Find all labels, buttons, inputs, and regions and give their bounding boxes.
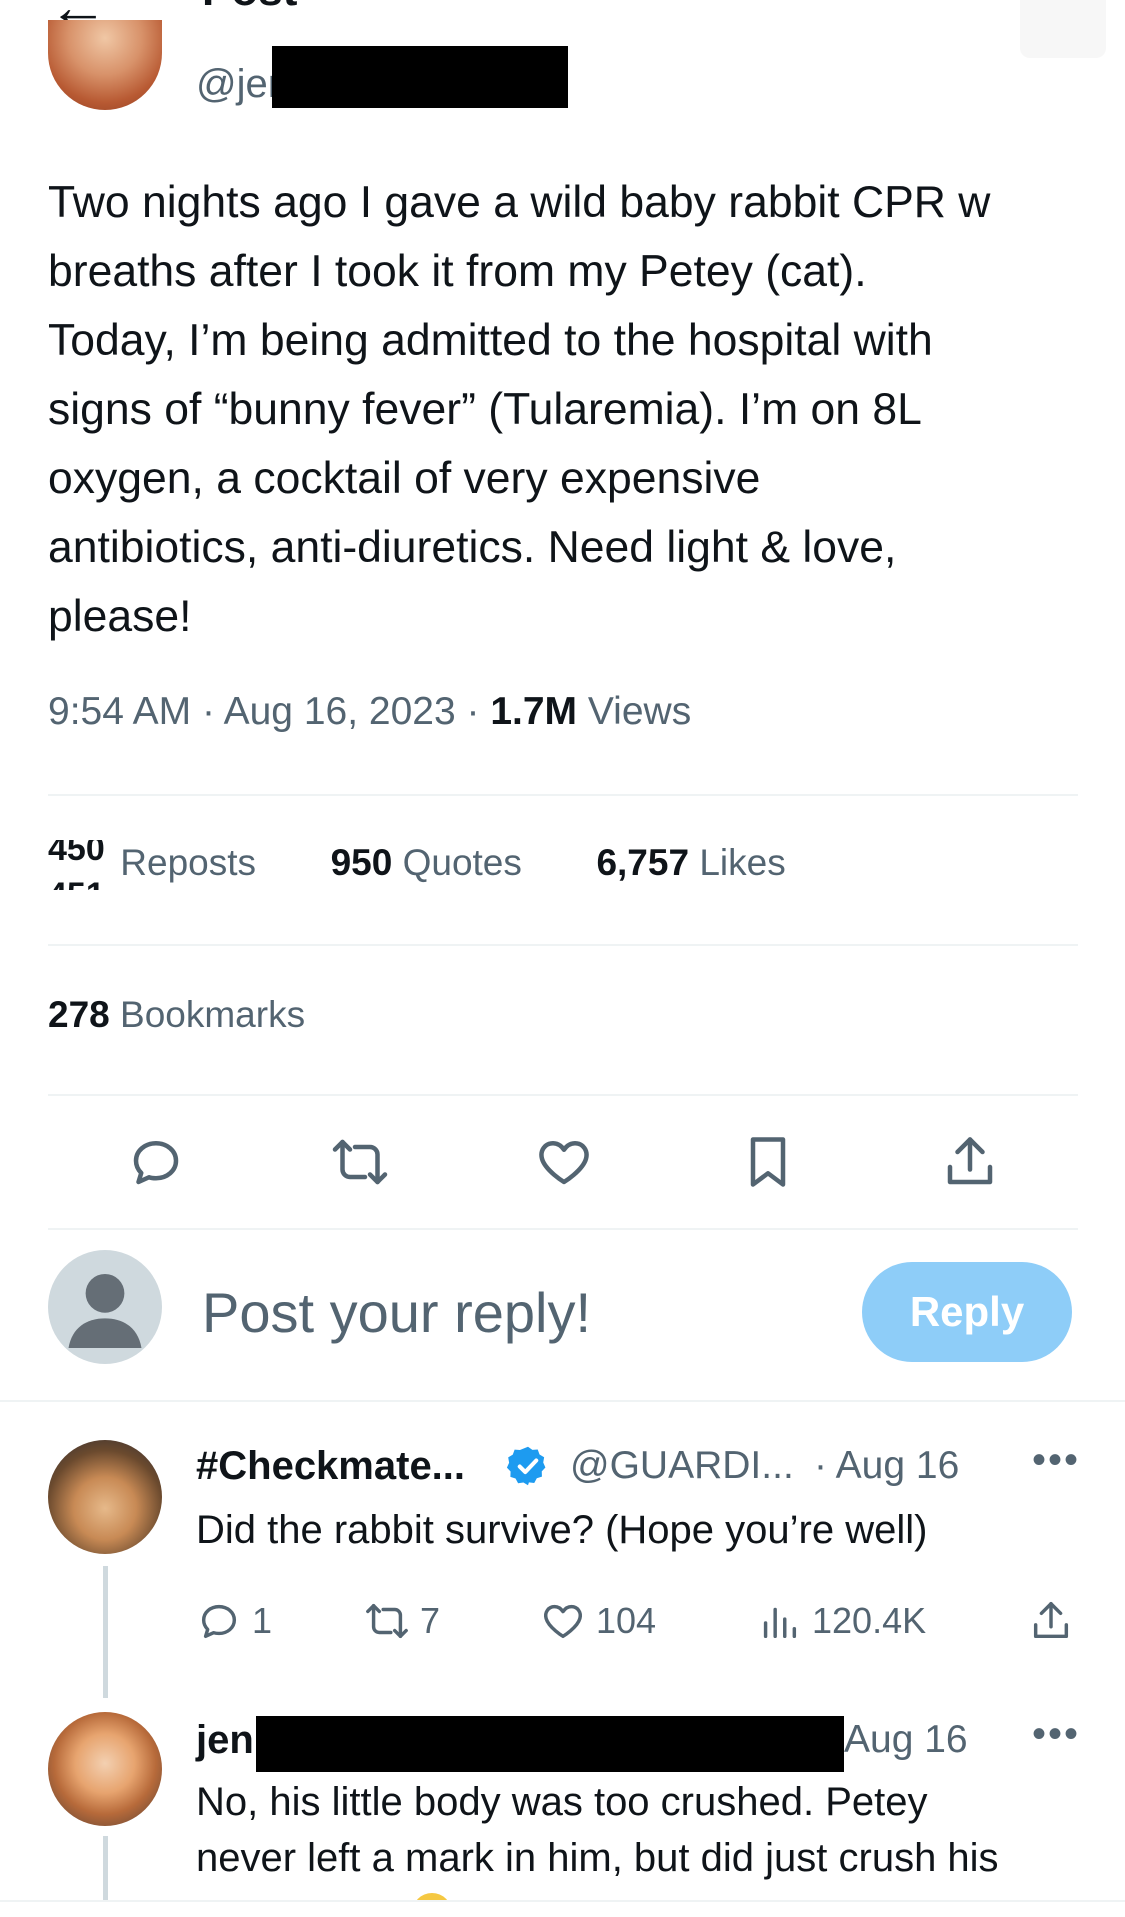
like-count[interactable]: 104 bbox=[540, 1598, 656, 1644]
reposts-count-top: 450 bbox=[48, 840, 105, 868]
reply-icon[interactable] bbox=[126, 1132, 186, 1192]
reply-count[interactable]: 1 bbox=[196, 1598, 272, 1644]
divider bbox=[48, 1228, 1078, 1230]
reposts-label[interactable]: Reposts bbox=[120, 842, 256, 883]
like-icon bbox=[544, 1604, 582, 1639]
divider bbox=[48, 1094, 1078, 1096]
bookmarks-stat[interactable]: 278 Bookmarks bbox=[48, 994, 305, 1036]
analytics-icon bbox=[763, 1607, 797, 1639]
redaction-box bbox=[256, 1716, 844, 1772]
bookmark-icon[interactable] bbox=[738, 1132, 798, 1192]
reposts-count[interactable]: 450 451 bbox=[48, 840, 110, 890]
page-title: Post bbox=[202, 0, 297, 16]
likes-count[interactable]: 6,757 bbox=[596, 842, 689, 883]
reply-date[interactable]: · Aug 16 bbox=[814, 1444, 959, 1488]
divider bbox=[0, 1400, 1125, 1402]
more-options-icon[interactable]: ••• bbox=[1032, 1712, 1080, 1757]
views-label: Views bbox=[587, 690, 692, 733]
post-date: Aug 16, 2023 bbox=[223, 690, 456, 733]
divider bbox=[48, 944, 1078, 946]
repost-icon[interactable] bbox=[330, 1132, 390, 1192]
reply-author-handle[interactable]: @GUARDI... bbox=[570, 1444, 794, 1488]
views-count-value: 120.4K bbox=[812, 1600, 927, 1641]
bottom-edge bbox=[0, 1900, 1125, 1917]
top-right-button[interactable] bbox=[1020, 0, 1106, 58]
quotes-count[interactable]: 950 bbox=[331, 842, 393, 883]
meta-separator: · bbox=[201, 690, 224, 733]
bookmarks-count: 278 bbox=[48, 994, 110, 1035]
post-time: 9:54 AM bbox=[48, 690, 192, 733]
reply-text: Did the rabbit survive? (Hope you’re wel… bbox=[196, 1508, 928, 1552]
like-count-value: 104 bbox=[596, 1600, 657, 1641]
views-count[interactable]: 120.4K bbox=[756, 1598, 926, 1644]
share-icon[interactable] bbox=[940, 1132, 1000, 1192]
reply-avatar-jen[interactable] bbox=[48, 1712, 162, 1826]
reply-button[interactable]: Reply bbox=[862, 1262, 1072, 1362]
verified-badge-icon bbox=[506, 1444, 550, 1493]
repost-count-value: 7 bbox=[420, 1600, 441, 1641]
post-text: Two nights ago I gave a wild baby rabbit… bbox=[48, 178, 991, 641]
more-options-icon[interactable]: ••• bbox=[1032, 1438, 1080, 1483]
meta-separator: · bbox=[466, 690, 491, 733]
repost-count[interactable]: 7 bbox=[364, 1598, 440, 1644]
share-icon-glyph bbox=[1033, 1602, 1069, 1639]
bookmarks-label: Bookmarks bbox=[120, 994, 306, 1035]
redaction-box bbox=[272, 46, 568, 108]
engagement-stats: 450 451 Reposts 950 Quotes 6,757 Likes bbox=[48, 840, 786, 890]
post-meta: 9:54 AM · Aug 16, 2023 · 1.7M Views bbox=[48, 690, 691, 734]
share-icon[interactable] bbox=[1028, 1598, 1074, 1644]
reply-text: No, his little body was too crushed. Pet… bbox=[196, 1780, 999, 1880]
reply-avatar-cat[interactable] bbox=[48, 1440, 162, 1554]
my-avatar[interactable] bbox=[48, 1250, 162, 1364]
reply-author-name[interactable]: jen bbox=[196, 1718, 254, 1763]
reply-date[interactable]: Aug 16 bbox=[844, 1718, 968, 1762]
author-avatar[interactable] bbox=[48, 20, 162, 110]
views-count: 1.7M bbox=[490, 690, 578, 733]
reply-author-name[interactable]: #Checkmate... bbox=[196, 1444, 465, 1489]
reply-icon bbox=[201, 1604, 237, 1639]
thread-line bbox=[103, 1566, 108, 1698]
quotes-label[interactable]: Quotes bbox=[403, 842, 522, 883]
reply-count-value: 1 bbox=[252, 1600, 273, 1641]
reply-input[interactable]: Post your reply! bbox=[202, 1280, 591, 1345]
likes-label[interactable]: Likes bbox=[699, 842, 785, 883]
repost-icon bbox=[366, 1603, 408, 1639]
like-icon[interactable] bbox=[534, 1132, 594, 1192]
reposts-count-bottom: 451 bbox=[48, 876, 105, 890]
divider bbox=[48, 794, 1078, 796]
